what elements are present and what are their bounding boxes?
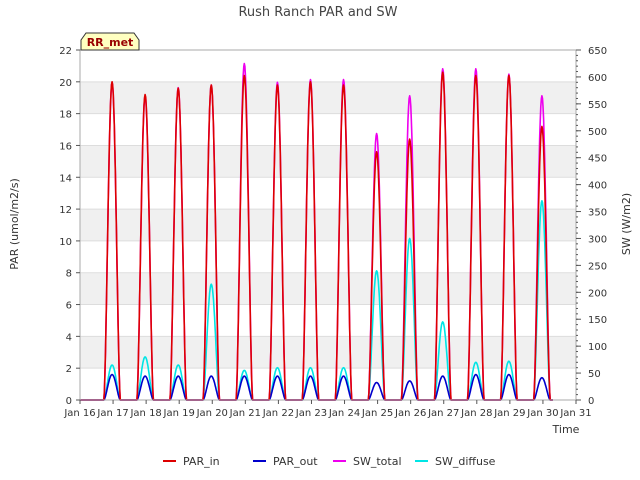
- y-tick-label: 8: [66, 269, 72, 280]
- y2-tick-label: 600: [588, 73, 607, 84]
- band: [80, 113, 576, 146]
- legend-label: PAR_out: [273, 455, 318, 468]
- y2-tick-label: 50: [588, 369, 601, 380]
- band: [80, 272, 576, 305]
- x-tick-label: Jan 29: [493, 408, 525, 419]
- band: [80, 50, 576, 82]
- station-badge: RR_met: [80, 32, 140, 51]
- y2-tick-label: 150: [588, 315, 607, 326]
- y-tick-label: 22: [59, 46, 72, 57]
- y2-tick-label: 450: [588, 154, 607, 165]
- y-axis-right: 0 50 100 150 200 250 300 350 400 450 500 550 600 650: [576, 46, 607, 407]
- y-tick-label: 0: [66, 396, 72, 407]
- y2-tick-label: 500: [588, 127, 607, 138]
- y-tick-label: 2: [66, 364, 72, 375]
- band: [80, 304, 576, 337]
- x-tick-label: Jan 20: [196, 408, 228, 419]
- legend: PAR_in PAR_out SW_total SW_diffuse: [163, 455, 496, 468]
- legend-label: SW_total: [353, 455, 402, 468]
- y2-tick-label: 100: [588, 342, 607, 353]
- y2-tick-label: 650: [588, 46, 607, 57]
- x-tick-label: Jan 25: [361, 408, 393, 419]
- x-tick-label: Jan 31: [559, 408, 591, 419]
- band: [80, 240, 576, 273]
- x-tick-label: Jan 21: [229, 408, 261, 419]
- legend-label: SW_diffuse: [435, 455, 496, 468]
- y-tick-label: 20: [59, 78, 72, 89]
- x-tick-label: Jan 19: [163, 408, 195, 419]
- y-tick-label: 12: [59, 205, 72, 216]
- x-tick-label: Jan 28: [460, 408, 492, 419]
- x-tick-label: Jan 23: [295, 408, 327, 419]
- x-tick-label: Jan 16: [63, 408, 95, 419]
- y-axis-left: 0 2 4 6 8 10 12 14 16 18 20 22: [59, 46, 80, 407]
- x-tick-label: Jan 18: [129, 408, 161, 419]
- x-tick-label: Jan 27: [427, 408, 459, 419]
- band: [80, 81, 576, 114]
- chart: Jan 16 Jan 17 Jan 18 Jan 19 Jan 20 Jan 21 Jan …: [8, 5, 633, 468]
- y-axis-label: PAR (umol/m2/s): [8, 178, 21, 270]
- badge-label: RR_met: [87, 36, 134, 49]
- legend-label: PAR_in: [183, 455, 220, 468]
- y2-tick-label: 550: [588, 100, 607, 111]
- y2-tick-label: 400: [588, 181, 607, 192]
- y2-tick-label: 250: [588, 261, 607, 272]
- y-tick-label: 6: [66, 301, 72, 312]
- x-tick-label: Jan 22: [262, 408, 294, 419]
- y2-tick-label: 350: [588, 208, 607, 219]
- x-axis: Jan 16 Jan 17 Jan 18 Jan 19 Jan 20 Jan 21 Jan …: [63, 400, 592, 419]
- y-tick-label: 18: [59, 110, 72, 121]
- band: [80, 177, 576, 210]
- x-tick-label: Jan 24: [328, 408, 360, 419]
- band: [80, 145, 576, 178]
- y2-tick-label: 200: [588, 288, 607, 299]
- x-tick-label: Jan 17: [96, 408, 128, 419]
- y2-tick-label: 0: [588, 396, 594, 407]
- y2-axis-label: SW (W/m2): [620, 193, 633, 255]
- y-tick-label: 10: [59, 237, 72, 248]
- y2-tick-label: 300: [588, 234, 607, 245]
- chart-title: Rush Ranch PAR and SW: [238, 5, 397, 20]
- y-tick-label: 16: [59, 141, 72, 152]
- x-axis-label: Time: [552, 423, 580, 436]
- x-tick-label: Jan 30: [526, 408, 558, 419]
- y-tick-label: 14: [59, 173, 72, 184]
- band: [80, 209, 576, 241]
- y-tick-label: 4: [66, 332, 72, 343]
- x-tick-label: Jan 26: [394, 408, 426, 419]
